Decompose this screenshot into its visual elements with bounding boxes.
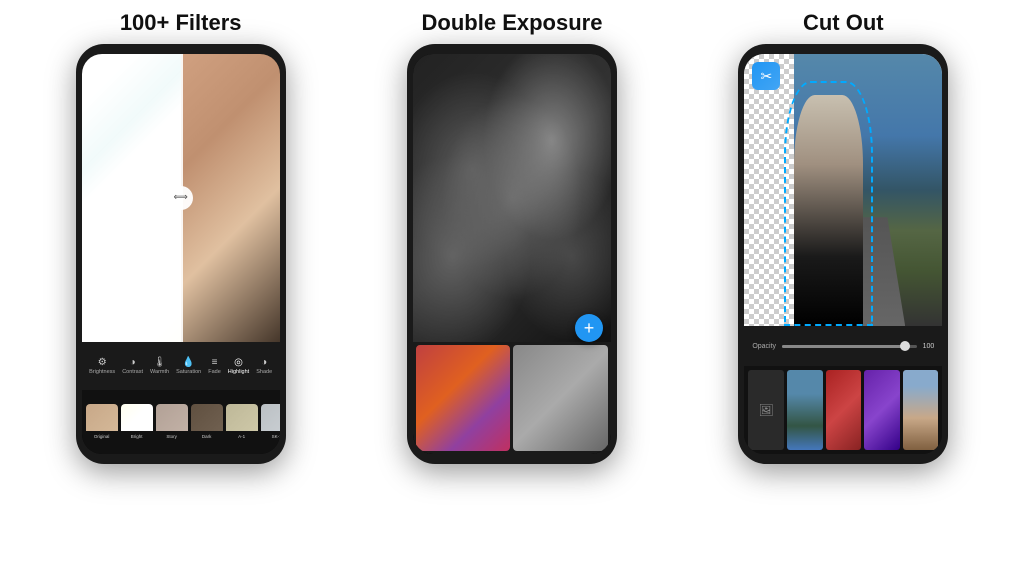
app-container: 100+ Filters ⟺ ⚙ Brightnes bbox=[0, 0, 1024, 576]
gallery-icon: 🖼 bbox=[758, 403, 773, 417]
filter-right bbox=[181, 54, 280, 342]
add-photo-button[interactable]: + bbox=[575, 314, 603, 342]
double-exposure-screen: + bbox=[413, 54, 611, 454]
filter-sk1[interactable]: SK-1 bbox=[261, 404, 280, 440]
cutout-phone: ✂ Opacity 100 🖼 bbox=[738, 44, 948, 464]
shade-label: Shade bbox=[256, 369, 272, 375]
cutout-selection-outline bbox=[784, 81, 873, 326]
cutout-main: ✂ Opacity 100 🖼 bbox=[744, 54, 942, 454]
fade-tool[interactable]: ≡ Fade bbox=[208, 357, 221, 375]
saturation-icon: 💧 bbox=[182, 357, 194, 368]
highlight-tool[interactable]: ◎ Highlight bbox=[228, 357, 249, 375]
double-exposure-panel: Double Exposure + bbox=[351, 10, 672, 566]
saturation-tool[interactable]: 💧 Saturation bbox=[176, 357, 201, 375]
fade-label: Fade bbox=[208, 369, 221, 375]
gallery-item-purple[interactable] bbox=[864, 370, 900, 450]
filter-story[interactable]: Story bbox=[156, 404, 188, 440]
cutout-title: Cut Out bbox=[803, 10, 884, 36]
flowers-overlay bbox=[413, 54, 611, 342]
gallery-item-portrait[interactable] bbox=[903, 370, 939, 450]
filter-bright[interactable]: Bright bbox=[121, 404, 153, 440]
filter-a1[interactable]: A-1 bbox=[226, 404, 258, 440]
contrast-label: Contrast bbox=[122, 369, 143, 375]
filters-title: 100+ Filters bbox=[120, 10, 242, 36]
tools-bar: ⚙ Brightness ◑ Contrast 🌡 Warmth 💧 bbox=[82, 342, 280, 390]
app-logo-icon: ✂ bbox=[760, 68, 772, 85]
warmth-tool[interactable]: 🌡 Warmth bbox=[150, 357, 169, 375]
opacity-slider[interactable] bbox=[782, 345, 917, 348]
double-main-photo bbox=[413, 54, 611, 342]
gallery-item-red[interactable] bbox=[826, 370, 862, 450]
opacity-fill bbox=[782, 345, 903, 348]
double-thumb-flowers[interactable] bbox=[416, 345, 511, 451]
filter-dark[interactable]: Dark bbox=[191, 404, 223, 440]
shade-tool[interactable]: ◑ Shade bbox=[256, 357, 272, 375]
divider-arrows-icon: ⟺ bbox=[173, 193, 187, 203]
filter-original[interactable]: Original bbox=[86, 404, 118, 440]
cutout-panel: Cut Out ✂ bbox=[683, 10, 1004, 566]
saturation-label: Saturation bbox=[176, 369, 201, 375]
cutout-canvas: ✂ bbox=[744, 54, 942, 326]
filter-bright-label: Bright bbox=[121, 434, 153, 439]
filter-strip: Original Bright Story Dark bbox=[82, 390, 280, 454]
filters-phone: ⟺ ⚙ Brightness ◑ Contrast 🌡 bbox=[76, 44, 286, 464]
filter-divider-circle[interactable]: ⟺ bbox=[169, 186, 193, 210]
double-exposure-phone: + bbox=[407, 44, 617, 464]
app-logo: ✂ bbox=[752, 62, 780, 90]
opacity-label: Opacity bbox=[752, 343, 776, 350]
filter-a1-label: A-1 bbox=[226, 434, 258, 439]
filter-sk1-label: SK-1 bbox=[261, 434, 280, 439]
opacity-value: 100 bbox=[923, 343, 935, 350]
highlight-label: Highlight bbox=[228, 369, 249, 375]
double-exposure-title: Double Exposure bbox=[422, 10, 603, 36]
filters-panel: 100+ Filters ⟺ ⚙ Brightnes bbox=[20, 10, 341, 566]
gallery-strip: 🖼 bbox=[744, 366, 942, 454]
brightness-label: Brightness bbox=[89, 369, 115, 375]
opacity-bar: Opacity 100 bbox=[744, 326, 942, 366]
cutout-screen: ✂ Opacity 100 🖼 bbox=[744, 54, 942, 454]
gallery-item-mountain[interactable] bbox=[787, 370, 823, 450]
filter-original-label: Original bbox=[86, 434, 118, 439]
fade-icon: ≡ bbox=[212, 357, 218, 368]
filter-left bbox=[82, 54, 181, 342]
filters-screen: ⟺ ⚙ Brightness ◑ Contrast 🌡 bbox=[82, 54, 280, 454]
shade-icon: ◑ bbox=[261, 357, 267, 368]
contrast-icon: ◑ bbox=[130, 357, 136, 368]
double-screen: + bbox=[413, 54, 611, 454]
brightness-tool[interactable]: ⚙ Brightness bbox=[89, 357, 115, 375]
highlight-icon: ◎ bbox=[234, 357, 243, 368]
filter-screen: ⟺ ⚙ Brightness ◑ Contrast 🌡 bbox=[82, 54, 280, 454]
contrast-tool[interactable]: ◑ Contrast bbox=[122, 357, 143, 375]
filter-dark-label: Dark bbox=[191, 434, 223, 439]
double-thumb-portrait[interactable] bbox=[513, 345, 608, 451]
filter-story-label: Story bbox=[156, 434, 188, 439]
warmth-label: Warmth bbox=[150, 369, 169, 375]
double-strip bbox=[413, 342, 611, 454]
gallery-button[interactable]: 🖼 bbox=[748, 370, 784, 450]
opacity-thumb bbox=[900, 341, 910, 351]
warmth-icon: 🌡 bbox=[153, 357, 166, 368]
filter-photo: ⟺ bbox=[82, 54, 280, 342]
brightness-icon: ⚙ bbox=[98, 357, 107, 368]
